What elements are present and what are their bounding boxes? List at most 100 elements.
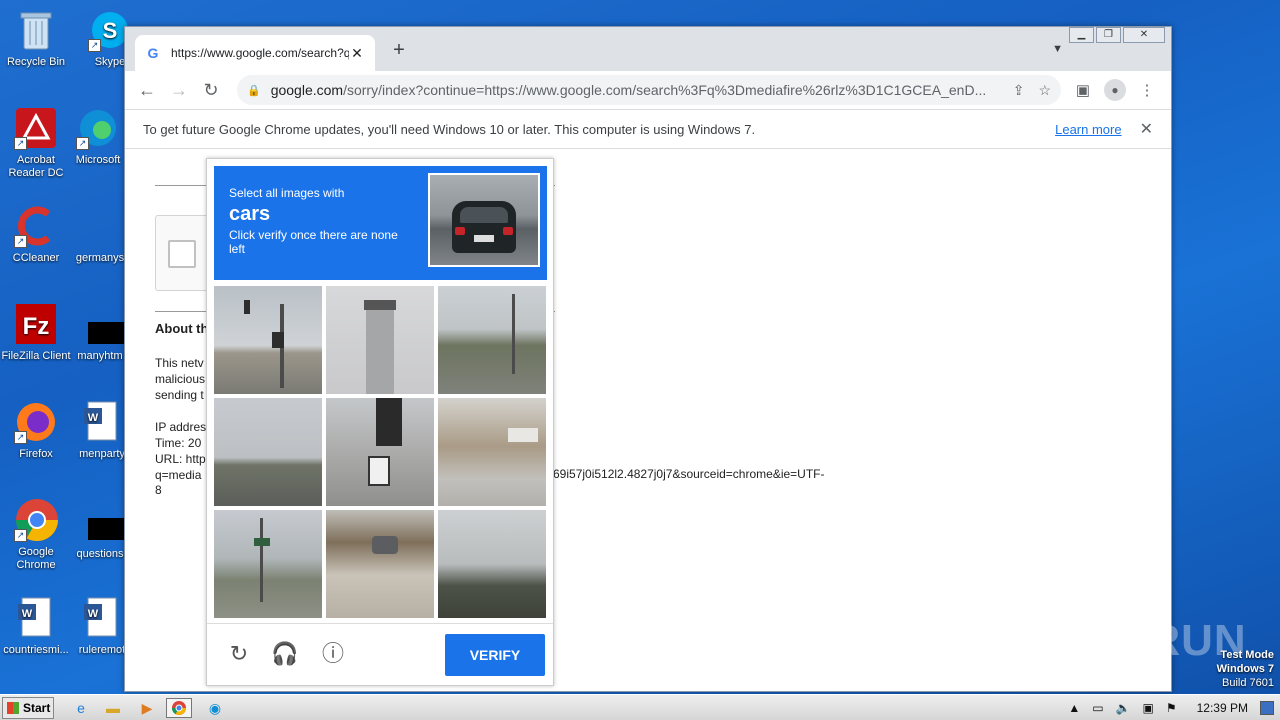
show-hidden-icons-icon[interactable]: ▲ <box>1068 701 1080 715</box>
start-button[interactable]: Start <box>2 697 54 719</box>
infobar-close-icon[interactable]: ✕ <box>1140 119 1153 139</box>
captcha-target: cars <box>229 203 271 225</box>
word-doc-icon: W <box>14 596 58 640</box>
recycle-bin-icon <box>14 8 58 52</box>
captcha-sample-image <box>428 173 540 267</box>
window-controls: ▁ ❐ ✕ <box>1067 27 1165 43</box>
desktop-icon-label: Acrobat Reader DC <box>8 154 64 179</box>
lock-icon: 🔒 <box>247 84 261 97</box>
desktop-icon-ccleaner[interactable]: ↗ CCleaner <box>0 204 72 265</box>
url-path: /sorry/index?continue=https://www.google… <box>343 82 987 98</box>
word-doc-icon: W <box>80 400 124 444</box>
ip-address-line: IP addres <box>155 420 207 434</box>
captcha-tile-4[interactable] <box>214 398 322 506</box>
build-line: Build 7601 <box>1222 677 1274 689</box>
taskbar: Start e ▬ ▶ ◉ ▲ ▭ 🔈 ▣ ⚑ 12:39 PM <box>0 694 1280 720</box>
forward-button[interactable]: → <box>165 76 193 104</box>
desktop-icon-label: menparty <box>79 448 125 460</box>
acrobat-icon: ↗ <box>14 106 58 150</box>
maximize-button[interactable]: ❐ <box>1096 27 1121 43</box>
shortcut-arrow-icon: ↗ <box>76 137 89 150</box>
tab-search-chevron-icon[interactable]: ▼ <box>1052 43 1063 55</box>
captcha-tile-8[interactable] <box>326 510 434 618</box>
taskbar-chrome-icon[interactable] <box>166 698 192 718</box>
clock[interactable]: 12:39 PM <box>1197 701 1248 715</box>
profile-avatar-icon[interactable]: ● <box>1104 79 1126 101</box>
audio-challenge-icon[interactable]: 🎧 <box>271 640 299 668</box>
desktop-icon-label: FileZilla Client <box>1 350 71 362</box>
test-mode-notice: Test Mode Windows 7 Build 7601 <box>1217 648 1274 690</box>
desktop-icon-recycle-bin[interactable]: Recycle Bin <box>0 8 72 69</box>
ccleaner-icon: ↗ <box>14 204 58 248</box>
desktop-icon-label: Firefox <box>19 448 53 460</box>
captcha-tile-9[interactable] <box>438 510 546 618</box>
desktop-icon-label: germanys <box>75 252 125 264</box>
reload-button[interactable]: ↻ <box>197 76 225 104</box>
google-favicon-icon: G <box>147 45 159 61</box>
taskbar-explorer-icon[interactable]: ▬ <box>100 698 126 718</box>
windows-logo-icon <box>7 702 19 714</box>
volume-icon[interactable]: 🔈 <box>1116 701 1131 715</box>
verify-button[interactable]: VERIFY <box>445 634 545 676</box>
browser-tab[interactable]: G https://www.google.com/search?q= ✕ <box>135 35 375 71</box>
svg-text:W: W <box>22 608 33 620</box>
about-heading: About th <box>155 321 209 336</box>
captcha-tile-1[interactable] <box>214 286 322 394</box>
captcha-tile-7[interactable] <box>214 510 322 618</box>
url-end-text: 8 <box>155 483 162 497</box>
infobar-message: To get future Google Chrome updates, you… <box>143 121 756 137</box>
minimize-button[interactable]: ▁ <box>1069 27 1094 43</box>
url-host: google.com <box>270 82 344 98</box>
svg-text:S: S <box>103 18 118 43</box>
reload-challenge-icon[interactable]: ↻ <box>225 640 253 668</box>
desktop-icon-label: Recycle Bin <box>6 56 66 68</box>
new-tab-button[interactable]: + <box>387 39 411 62</box>
display-icon[interactable]: ▣ <box>1143 701 1154 715</box>
system-tray: ▲ ▭ 🔈 ▣ ⚑ 12:39 PM <box>1062 695 1280 720</box>
desktop-icon-label: countriesmi... <box>3 644 69 656</box>
captcha-tile-6[interactable] <box>438 398 546 506</box>
word-doc-icon: W <box>80 596 124 640</box>
shortcut-arrow-icon: ↗ <box>88 39 101 52</box>
info-icon[interactable]: ⓘ <box>319 640 347 668</box>
window-close-button[interactable]: ✕ <box>1123 27 1165 43</box>
network-icon[interactable]: ▭ <box>1092 701 1103 715</box>
url-query-line: q=media <box>155 468 202 482</box>
desktop-icon-label: Skype <box>94 56 126 68</box>
test-mode-line: Test Mode <box>1220 649 1274 661</box>
update-infobar: To get future Google Chrome updates, you… <box>125 109 1171 149</box>
svg-text:W: W <box>88 608 99 620</box>
learn-more-link[interactable]: Learn more <box>1055 122 1121 137</box>
desktop-icon-label: ruleremot <box>78 644 126 656</box>
edge-icon: ↗ <box>76 106 120 150</box>
taskbar-edge-icon[interactable]: ◉ <box>202 698 228 718</box>
address-bar[interactable]: 🔒 google.com/sorry/index?continue=https:… <box>237 75 1061 105</box>
url-line: URL: http <box>155 452 206 466</box>
share-icon[interactable]: ⇪ <box>1013 82 1025 99</box>
desktop-icon-countriesmi[interactable]: W countriesmi... <box>0 596 72 657</box>
captcha-tile-5[interactable] <box>326 398 434 506</box>
menu-kebab-icon[interactable]: ⋮ <box>1131 81 1163 99</box>
shortcut-arrow-icon: ↗ <box>14 431 27 444</box>
desktop-icon-chrome[interactable]: ↗ Google Chrome <box>0 498 72 572</box>
windows-version-line: Windows 7 <box>1216 663 1274 675</box>
captcha-challenge: Select all images with cars Click verify… <box>206 158 554 686</box>
tab-close-icon[interactable]: ✕ <box>349 45 365 62</box>
captcha-tile-2[interactable] <box>326 286 434 394</box>
captcha-tile-3[interactable] <box>438 286 546 394</box>
bookmark-star-icon[interactable]: ☆ <box>1038 82 1051 99</box>
desktop-icon-filezilla[interactable]: Fz FileZilla Client <box>0 302 72 363</box>
car-image <box>452 201 516 253</box>
taskbar-media-player-icon[interactable]: ▶ <box>134 698 160 718</box>
back-button[interactable]: ← <box>133 76 161 104</box>
captcha-image-grid <box>214 286 547 619</box>
tab-strip: G https://www.google.com/search?q= ✕ + ▼… <box>125 27 1171 71</box>
desktop-icon-firefox[interactable]: ↗ Firefox <box>0 400 72 461</box>
side-panel-icon[interactable]: ▣ <box>1067 81 1099 99</box>
action-center-flag-icon[interactable]: ⚑ <box>1166 701 1177 715</box>
shortcut-arrow-icon: ↗ <box>14 529 27 542</box>
recaptcha-checkbox[interactable] <box>168 240 196 268</box>
desktop-icon-label: Microsoft <box>75 154 121 166</box>
taskbar-ie-icon[interactable]: e <box>68 698 94 718</box>
show-desktop-icon[interactable] <box>1260 701 1274 715</box>
